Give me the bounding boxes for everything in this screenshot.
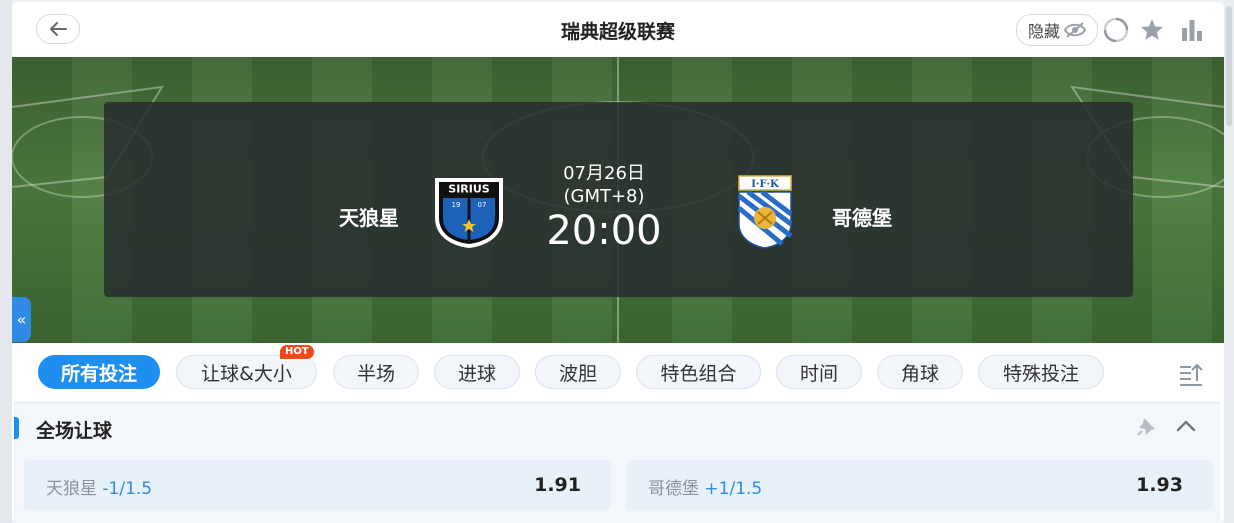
selection-away[interactable]: 哥德堡 +1/1.5 1.93	[626, 460, 1213, 510]
tab-all-bets[interactable]: 所有投注	[38, 355, 160, 389]
tab-handicap-over-under[interactable]: 让球&大小	[176, 355, 317, 389]
star-icon	[1141, 19, 1163, 40]
tab-special-combos[interactable]: 特色组合	[636, 355, 761, 389]
stats-button[interactable]	[1178, 16, 1206, 44]
side-panel-toggle[interactable]: «	[12, 297, 31, 342]
selection-handicap-line: -1/1.5	[102, 479, 153, 499]
hide-label: 隐藏	[1027, 22, 1060, 41]
page-scrollbar[interactable]	[1224, 0, 1234, 523]
home-crest-year-right: 07	[478, 201, 487, 209]
tab-half-time[interactable]: 半场	[333, 355, 419, 389]
tab-time[interactable]: 时间	[776, 355, 862, 389]
home-crest-year-left: 19	[452, 201, 461, 209]
favorite-button[interactable]	[1138, 16, 1166, 44]
home-crest-text: SIRIUS	[448, 183, 490, 196]
scrollbar-thumb[interactable]	[1226, 6, 1232, 126]
collapse-all-icon[interactable]	[1178, 361, 1204, 387]
selection-team: 哥德堡	[648, 479, 699, 499]
tab-special-bets[interactable]: 特殊投注	[978, 355, 1104, 389]
stats-icon	[1182, 20, 1202, 41]
match-hero-banner: 天狼星 SIRIUS 19 07 07月26日 (GMT+8) 20:00 I·…	[12, 57, 1224, 343]
market-full-time-handicap: 全场让球 天狼星 -1/1.5 1.91 哥德堡 +1/1.5 1.93	[14, 402, 1220, 523]
market-accent-bar	[14, 417, 19, 439]
home-team-name: 天狼星	[339, 206, 399, 230]
selection-team: 天狼星	[46, 479, 97, 499]
tab-correct-score[interactable]: 波胆	[535, 355, 621, 389]
refresh-button[interactable]	[1102, 16, 1130, 44]
tab-corners[interactable]: 角球	[877, 355, 963, 389]
kickoff-timezone: (GMT+8)	[563, 186, 645, 207]
hide-button[interactable]: 隐藏	[1016, 14, 1098, 46]
home-team-crest: SIRIUS 19 07	[435, 178, 503, 248]
kickoff-time: 20:00	[546, 208, 662, 254]
chevron-up-icon[interactable]	[1174, 415, 1198, 437]
eye-off-icon	[1064, 22, 1086, 38]
selection-home[interactable]: 天狼星 -1/1.5 1.91	[24, 460, 611, 510]
selection-odds: 1.93	[1136, 474, 1183, 496]
left-panel-edge	[0, 0, 12, 523]
away-team-name: 哥德堡	[832, 206, 892, 230]
refresh-icon	[1103, 17, 1129, 43]
match-detail-panel: 瑞典超级联赛 隐藏 天狼星 SIRIUS 19 07 07月26日 (GMT+8…	[12, 2, 1224, 523]
bet-category-tabs: 所有投注 让球&大小 HOT 半场 进球 波胆 特色组合 时间 角球 特殊投注	[12, 343, 1224, 403]
selection-odds: 1.91	[534, 474, 581, 496]
kickoff-date: 07月26日	[563, 163, 645, 184]
selection-label: 天狼星 -1/1.5	[46, 474, 152, 499]
selection-label: 哥德堡 +1/1.5	[648, 474, 762, 499]
match-header: 瑞典超级联赛 隐藏	[12, 2, 1224, 57]
selection-handicap-line: +1/1.5	[704, 479, 763, 499]
hot-badge: HOT	[280, 345, 314, 359]
away-crest-text: I·F·K	[751, 179, 779, 190]
tab-goals[interactable]: 进球	[434, 355, 520, 389]
scoreboard: 天狼星 SIRIUS 19 07 07月26日 (GMT+8) 20:00 I·…	[104, 102, 1133, 297]
market-title: 全场让球	[36, 420, 113, 442]
pin-icon[interactable]	[1136, 415, 1158, 437]
away-team-crest: I·F·K	[737, 175, 793, 249]
